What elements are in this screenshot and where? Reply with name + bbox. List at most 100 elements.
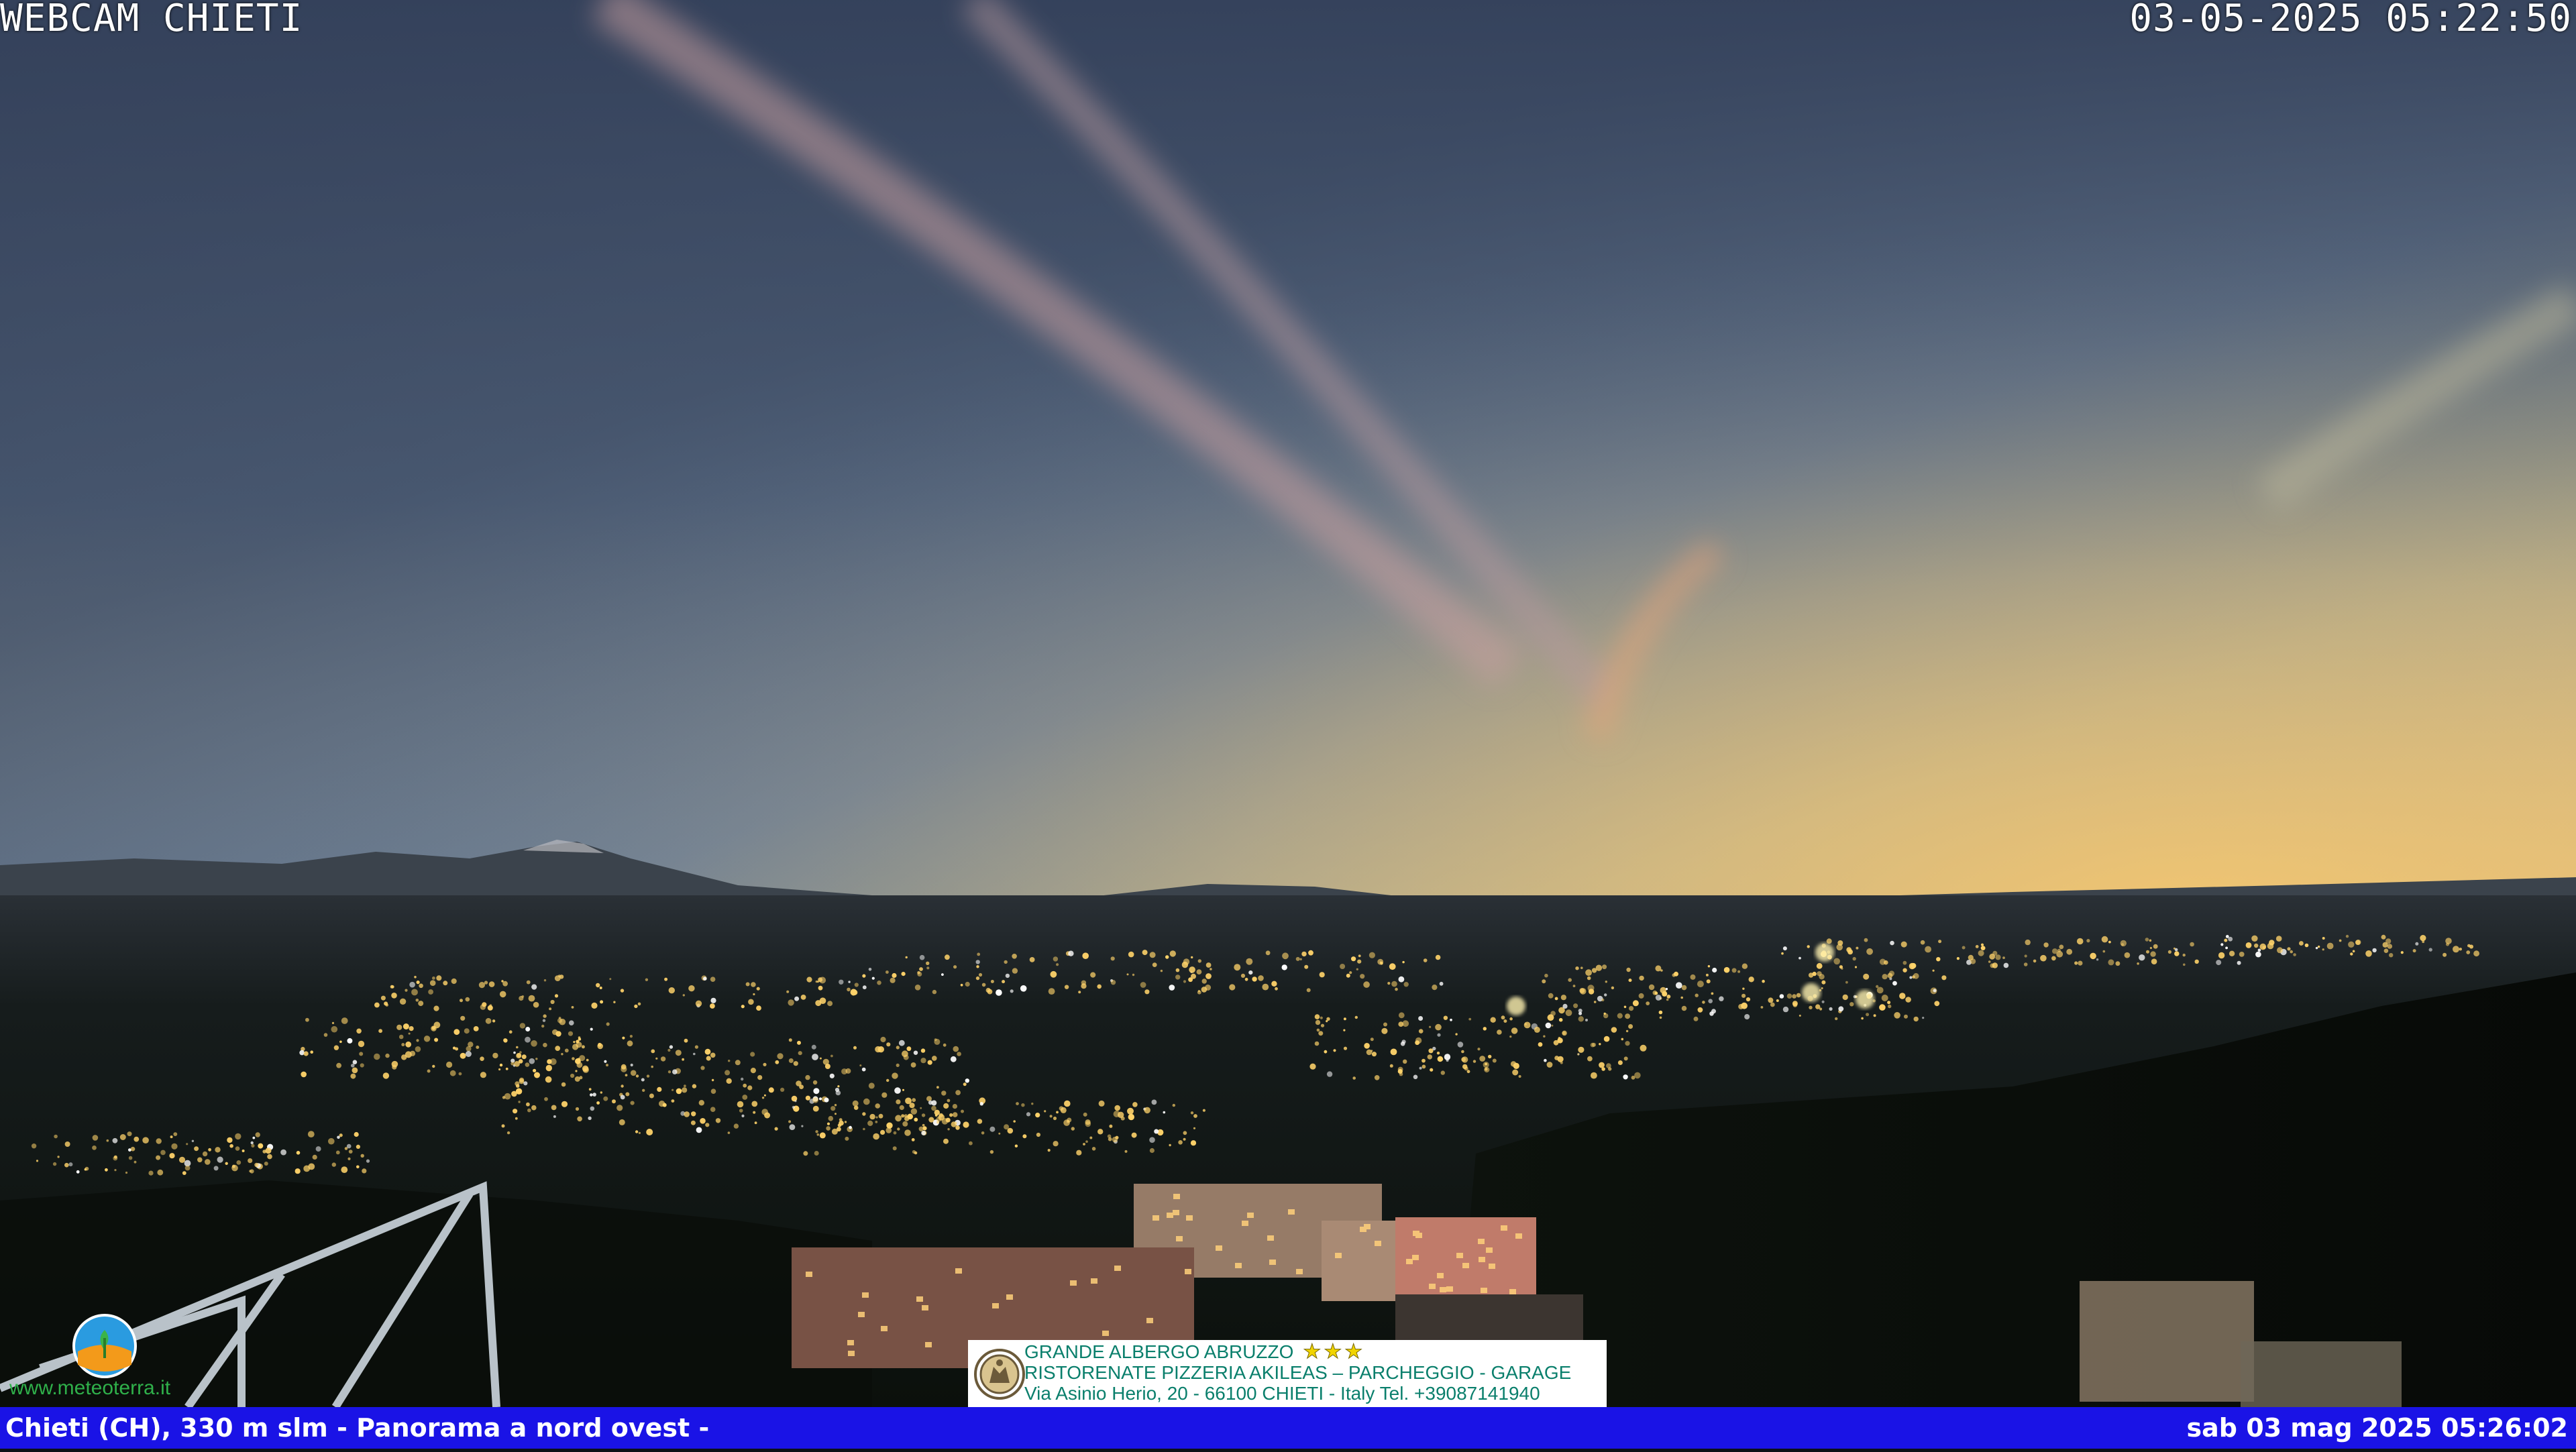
city-light [1690,974,1696,980]
city-light [996,989,1002,996]
city-light [186,1143,189,1146]
city-light [990,980,994,983]
city-light [861,1067,866,1072]
city-light [899,1105,904,1111]
city-light [646,1074,650,1078]
city-light [1295,956,1300,961]
window [1478,1239,1485,1244]
city-light [1709,1011,1714,1016]
city-light [724,1070,731,1076]
window [1335,1253,1342,1258]
bright-light [1815,943,1834,962]
city-light [932,989,937,995]
city-light [880,1129,885,1135]
city-light [130,1146,136,1152]
city-light [710,1107,716,1112]
city-light [337,1135,340,1139]
city-light [339,1040,342,1044]
city-light [1626,967,1631,972]
city-light [561,1082,566,1087]
city-light [160,1150,166,1156]
city-light [1835,1017,1838,1021]
city-light [812,1097,818,1103]
city-light [1435,1023,1442,1031]
city-light [798,1051,802,1056]
window [1462,1263,1469,1268]
city-light [1085,1121,1091,1127]
city-light [2059,944,2064,950]
city-light [331,1021,335,1024]
city-light [671,1099,675,1103]
city-light [1719,996,1724,1001]
city-light [806,976,812,983]
city-light [1562,1003,1568,1009]
meteo-globe-icon [72,1314,137,1378]
city-light [1205,962,1212,968]
city-light [128,1156,133,1160]
city-light [526,980,531,985]
city-light [1429,1025,1432,1028]
city-light [1443,1015,1448,1020]
city-light [133,1136,140,1142]
city-light [588,1088,592,1091]
city-light [341,1166,348,1173]
city-light [969,1141,973,1146]
city-light [819,997,826,1004]
city-light [2251,935,2258,942]
city-light [637,1002,641,1006]
city-light [819,976,826,984]
city-light [875,1121,878,1123]
city-light [516,1046,519,1049]
city-light [1821,1000,1825,1003]
city-light [700,1066,705,1070]
city-light [1175,974,1181,980]
city-light [1807,945,1810,948]
city-light [1389,1064,1393,1068]
city-light [1591,968,1597,973]
city-light [553,1115,556,1118]
city-light [868,1082,875,1089]
city-light [2415,942,2419,946]
city-light [885,1127,892,1133]
city-light [1131,1132,1137,1138]
city-light [423,1036,431,1042]
city-light [1676,982,1682,989]
city-light [148,1170,154,1176]
city-light [774,1127,778,1131]
city-light [487,1005,493,1011]
city-light [1205,973,1212,979]
city-light [52,1162,57,1166]
city-light [1169,985,1175,991]
city-light [215,1147,221,1153]
city-light [1419,1066,1422,1070]
city-light [173,1132,178,1136]
city-light [1887,1001,1891,1005]
window [1288,1209,1295,1215]
city-light [341,1017,348,1024]
city-light [1387,982,1391,985]
city-light [651,1065,653,1068]
city-light [2412,949,2416,953]
city-light [1842,994,1848,1001]
city-light [133,1160,137,1164]
city-light [315,1146,321,1152]
city-light [911,1138,915,1141]
city-light [1124,1150,1128,1153]
city-light [191,1139,195,1143]
city-light [646,1129,653,1135]
city-light [1488,1054,1492,1059]
city-light [676,1088,682,1095]
city-light [1742,987,1745,990]
city-light [1085,1140,1088,1143]
city-light [1666,998,1669,1001]
city-light [826,1126,830,1131]
city-light [92,1146,97,1150]
city-light [1356,968,1358,970]
city-light [1193,1114,1197,1118]
city-light [416,1039,419,1042]
window [1456,1253,1463,1258]
city-light [2372,948,2377,953]
city-light [950,1056,957,1062]
city-light [2120,940,2127,947]
city-light [114,1169,117,1172]
